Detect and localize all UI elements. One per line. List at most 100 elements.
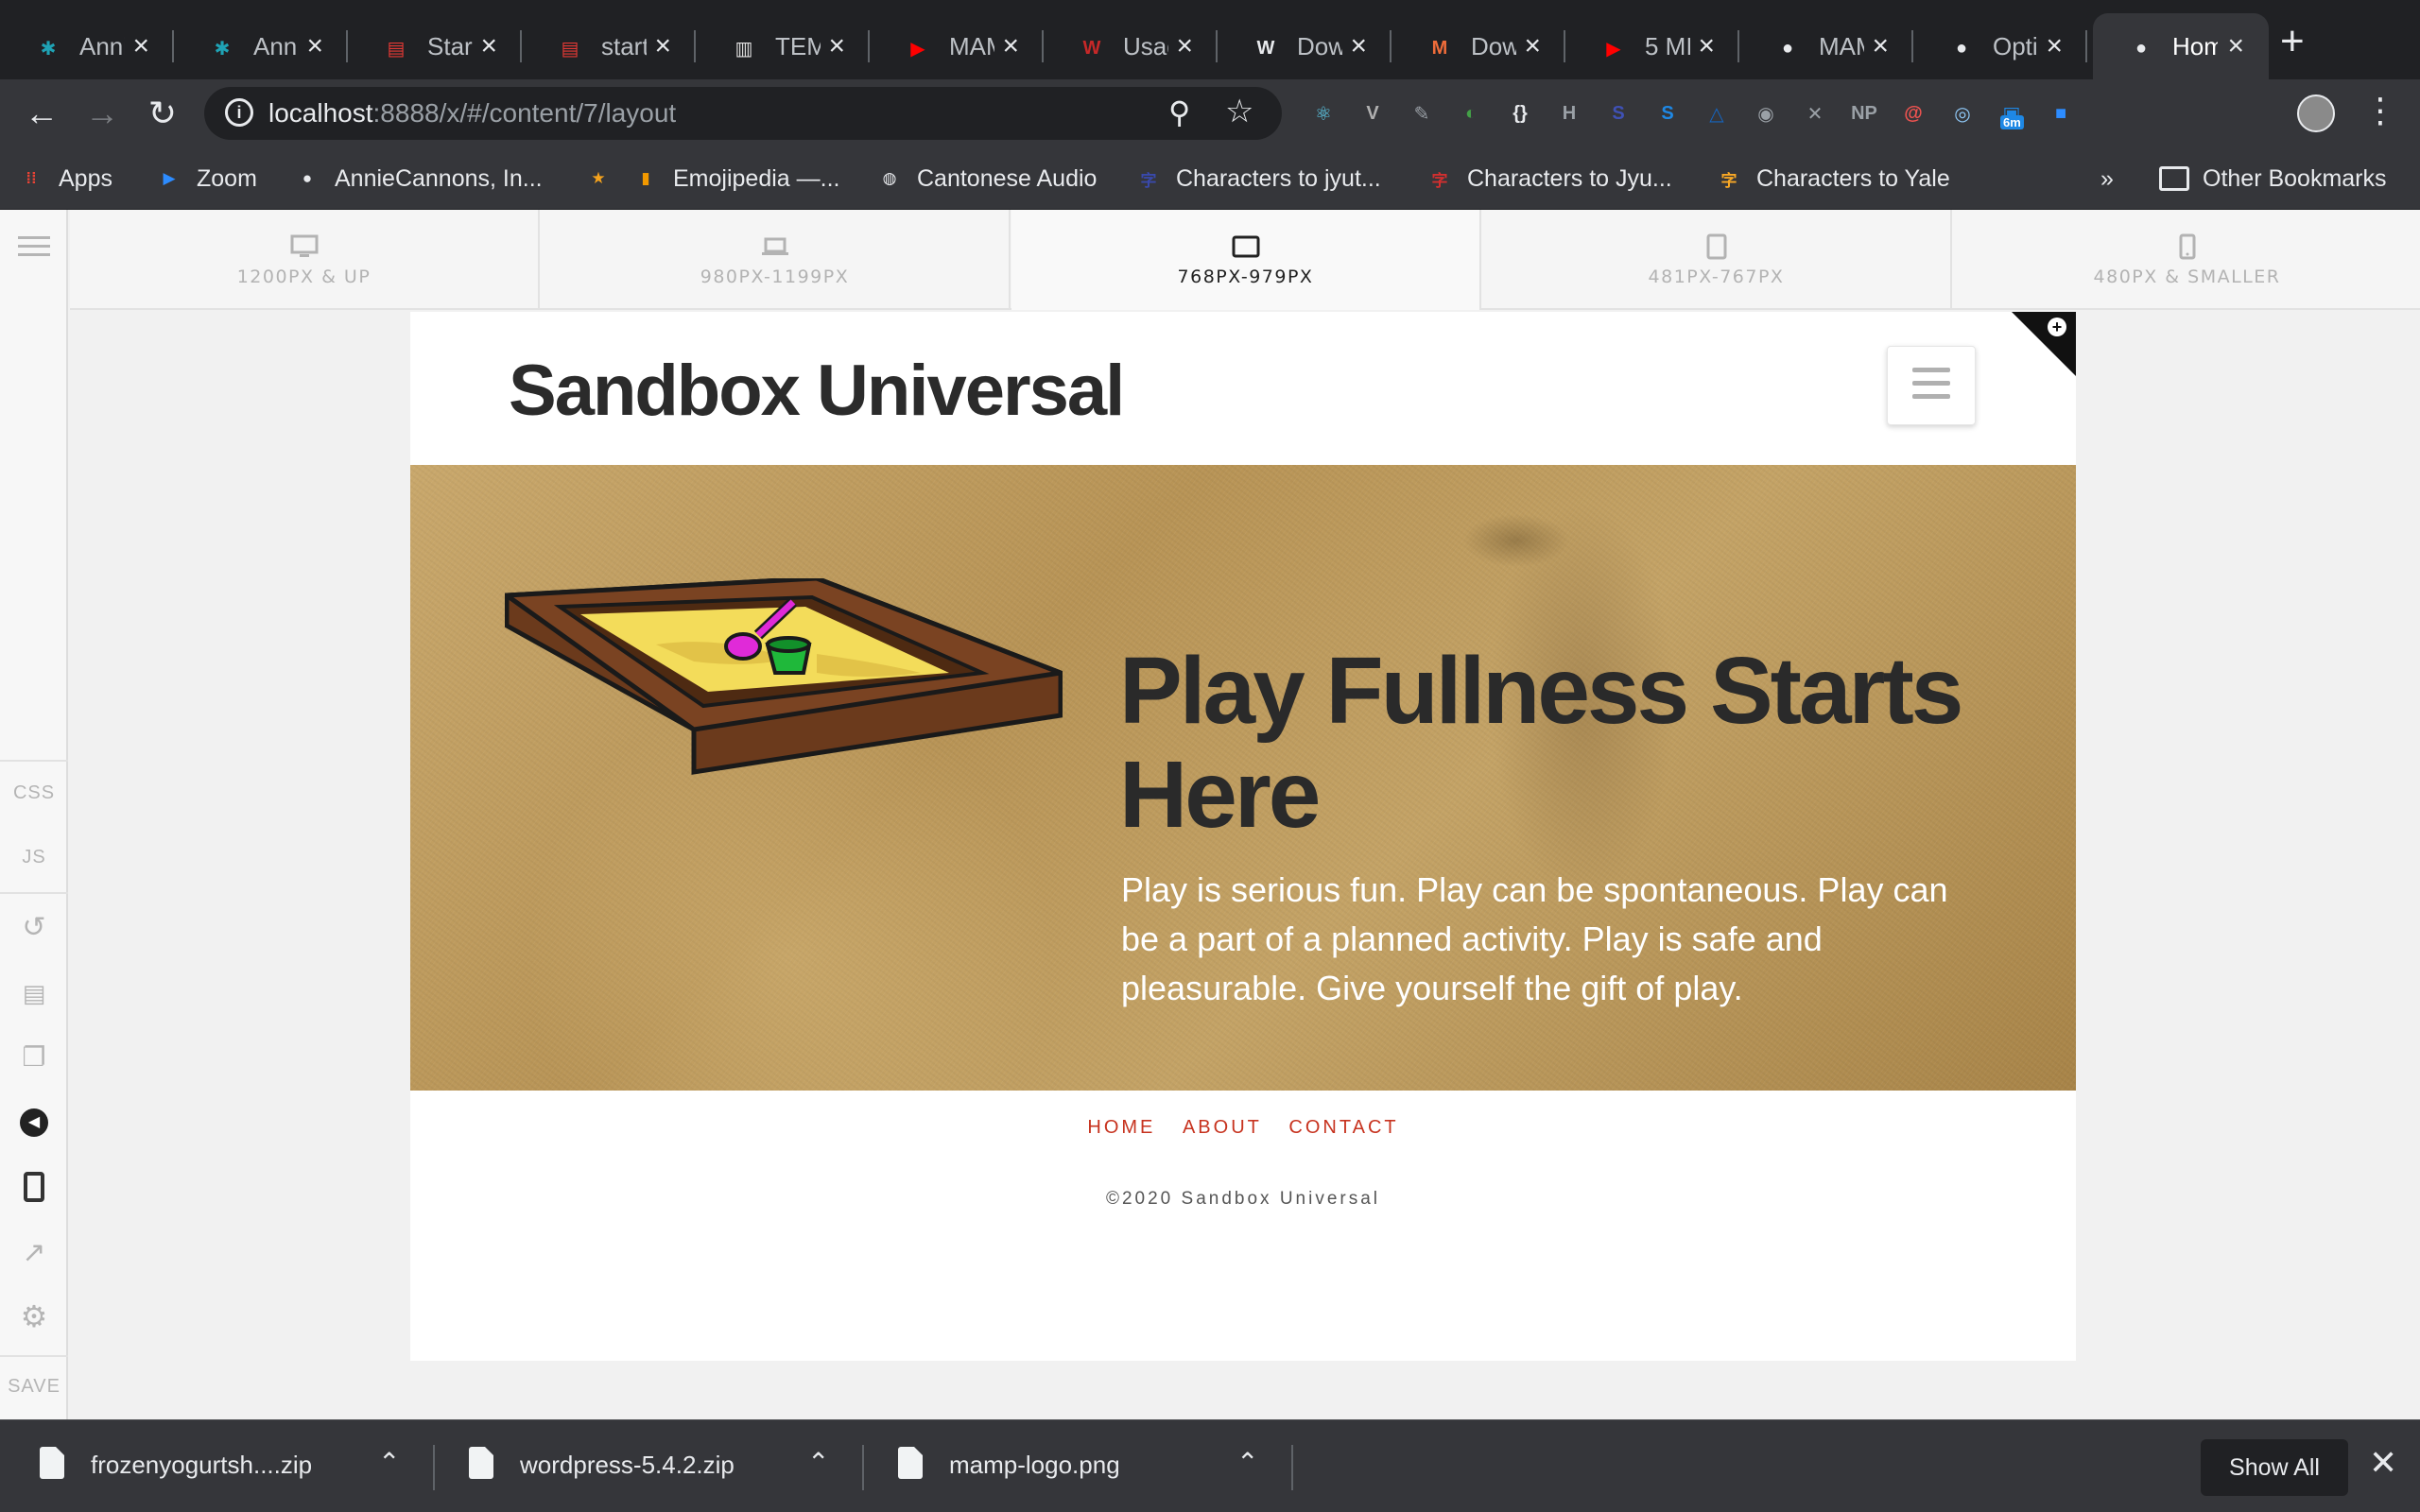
tab-close-icon[interactable]: × (2046, 30, 2063, 62)
browser-tab[interactable]: ▤ Start× (348, 13, 522, 79)
browser-tab[interactable]: ● Hom × (2093, 13, 2269, 79)
np-icon[interactable]: NP (1847, 96, 1881, 130)
bookmark-star-icon[interactable]: ☆ (1225, 93, 1253, 130)
address-bar[interactable]: i localhost:8888/x/#/content/7/layout ⚲ … (204, 87, 1282, 140)
corner-toggle[interactable] (2012, 312, 2076, 376)
bookmarks-overflow-button[interactable]: » (2100, 163, 2114, 195)
css-button[interactable]: CSS (0, 782, 68, 804)
save-button[interactable]: SAVE (0, 1376, 68, 1398)
show-all-button[interactable]: Show All (2201, 1439, 2348, 1496)
forward-arrow-icon[interactable]: → (81, 93, 123, 134)
browser-tab[interactable]: ✱ Annie× (0, 13, 174, 79)
close-icon[interactable]: ✕ (2369, 1443, 2397, 1483)
bookmark-item[interactable]: 字 Characters to jyut... (1134, 163, 1381, 195)
chevron-up-icon[interactable]: ⌃ (1236, 1447, 1258, 1478)
bookmark-item[interactable]: ⁞⁞ Apps (17, 163, 112, 195)
s-badge-icon[interactable]: S (1601, 96, 1635, 130)
tab-close-icon[interactable]: × (132, 30, 149, 62)
tab-close-icon[interactable]: × (480, 30, 497, 62)
eye-icon[interactable]: ◎ (1945, 96, 1979, 130)
device-desktop[interactable]: 1200PX & UP (70, 210, 540, 310)
s-square-icon[interactable]: S (1651, 96, 1685, 130)
site-info-icon[interactable]: i (225, 98, 253, 127)
browser-tab[interactable]: ▥ TEMP× (696, 13, 870, 79)
reload-icon[interactable]: ↻ (142, 93, 183, 134)
responsive-view-icon[interactable] (0, 1172, 68, 1208)
device-laptop[interactable]: 980PX-1199PX (541, 210, 1011, 310)
hero-heading[interactable]: Play Fullness Starts Here (1119, 639, 1970, 847)
zoom-ext-icon[interactable]: ■ (2044, 96, 2078, 130)
bookmark-item[interactable]: 字 Characters to Yale (1715, 163, 1950, 195)
tab-close-icon[interactable]: × (1350, 30, 1367, 62)
puzzle-icon[interactable]: ✕ (1798, 96, 1832, 130)
browser-tab[interactable]: ▤ start × (522, 13, 696, 79)
js-button[interactable]: JS (0, 847, 68, 868)
download-item[interactable]: wordpress-5.4.2.zip ⌃ (429, 1420, 864, 1512)
timer-icon[interactable]: ▣ 6m (1995, 96, 2029, 130)
react-icon[interactable]: ⚛ (1306, 96, 1340, 130)
device-phone[interactable]: 480PX & SMALLER (1953, 210, 2420, 310)
browser-tab[interactable]: W Usag × (1044, 13, 1218, 79)
other-bookmarks[interactable]: Other Bookmarks (2159, 163, 2387, 195)
h-icon[interactable]: H (1552, 96, 1586, 130)
bookmark-item[interactable]: ◍ Cantonese Audio (875, 163, 1098, 195)
eyedropper-icon[interactable]: ✎ (1405, 96, 1439, 130)
layers-icon[interactable]: ❐ (0, 1041, 68, 1073)
browser-tab[interactable]: ▶ 5 MI × (1565, 13, 1739, 79)
browser-tab[interactable]: ● MAM × (1739, 13, 1913, 79)
browser-tab[interactable]: ▶ MAM × (870, 13, 1044, 79)
browser-tab[interactable]: ✱ Annie× (174, 13, 348, 79)
browser-tab[interactable]: ● Optio × (1913, 13, 2087, 79)
bookmark-item[interactable]: 字 Characters to Jyu... (1426, 163, 1672, 195)
download-item[interactable]: mamp-logo.png ⌃ (858, 1420, 1293, 1512)
tab-close-icon[interactable]: × (828, 30, 845, 62)
tab-close-icon[interactable]: × (2227, 30, 2244, 62)
bookmark-item[interactable]: ▮ Emojipedia —... (631, 163, 839, 195)
bookmark-item[interactable]: ● AnnieCannons, In... (293, 163, 543, 195)
site-title[interactable]: Sandbox Universal (509, 350, 1125, 432)
tab-close-icon[interactable]: × (1524, 30, 1541, 62)
chevron-up-icon[interactable]: ⌃ (807, 1447, 829, 1478)
back-arrow-icon[interactable]: ← (21, 93, 62, 134)
nav-contact-link[interactable]: CONTACT (1288, 1117, 1398, 1138)
url-text[interactable]: localhost:8888/x/#/content/7/layout (268, 98, 676, 129)
tab-strip: ✱Annie×✱Annie×▤Start×▤start×▥TEMP×▶MAM×W… (0, 0, 2420, 79)
mobile-menu-button[interactable] (1887, 346, 1976, 425)
nav-home-link[interactable]: HOME (1087, 1117, 1155, 1138)
settings-gear-icon[interactable]: ⚙ (0, 1298, 68, 1334)
camera-icon[interactable]: ◉ (1749, 96, 1783, 130)
triangle-icon[interactable]: △ (1700, 96, 1734, 130)
color-wheel-icon[interactable]: ◐ (1454, 96, 1488, 130)
plus-circle-icon[interactable]: + (2048, 318, 2066, 336)
zoom-magnifier-icon[interactable]: ⚲ (1168, 94, 1190, 130)
tab-close-icon[interactable]: × (306, 30, 323, 62)
tab-close-icon[interactable]: × (1002, 30, 1019, 62)
vue-icon[interactable]: V (1356, 96, 1390, 130)
json-icon[interactable]: {} (1503, 96, 1537, 130)
tab-close-icon[interactable]: × (654, 30, 671, 62)
nav-about-link[interactable]: ABOUT (1183, 1117, 1262, 1138)
tab-close-icon[interactable]: × (1698, 30, 1715, 62)
layout-icon[interactable]: ▤ (0, 979, 68, 1008)
bookmark-item[interactable]: ★ (584, 163, 626, 195)
sidebar-menu-icon[interactable] (0, 231, 68, 262)
profile-avatar[interactable] (2297, 94, 2335, 132)
tab-close-icon[interactable]: × (1176, 30, 1193, 62)
device-tablet-portrait[interactable]: 481PX-767PX (1482, 210, 1952, 310)
chevron-up-icon[interactable]: ⌃ (378, 1447, 400, 1478)
browser-menu-icon[interactable]: ⋮ (2363, 91, 2397, 130)
new-tab-button[interactable]: + (2280, 21, 2305, 62)
history-icon[interactable]: ↺ (0, 911, 68, 944)
device-tablet-landscape[interactable]: 768PX-979PX (1011, 210, 1481, 310)
tablet-landscape-icon (1011, 234, 1479, 259)
spiral-icon[interactable]: @ (1896, 96, 1930, 130)
hero-text[interactable]: Play is serious fun. Play can be spontan… (1121, 866, 1972, 1013)
browser-tab[interactable]: M Down × (1392, 13, 1565, 79)
download-filename: wordpress-5.4.2.zip (520, 1451, 735, 1479)
browser-tab[interactable]: W Down × (1218, 13, 1392, 79)
download-item[interactable]: frozenyogurtsh....zip ⌃ (0, 1420, 435, 1512)
bookmark-item[interactable]: ▶ Zoom (155, 163, 256, 195)
collapse-arrow-icon[interactable]: ◀ (0, 1108, 68, 1137)
external-link-icon[interactable]: ↗ (0, 1236, 68, 1269)
tab-close-icon[interactable]: × (1872, 30, 1889, 62)
